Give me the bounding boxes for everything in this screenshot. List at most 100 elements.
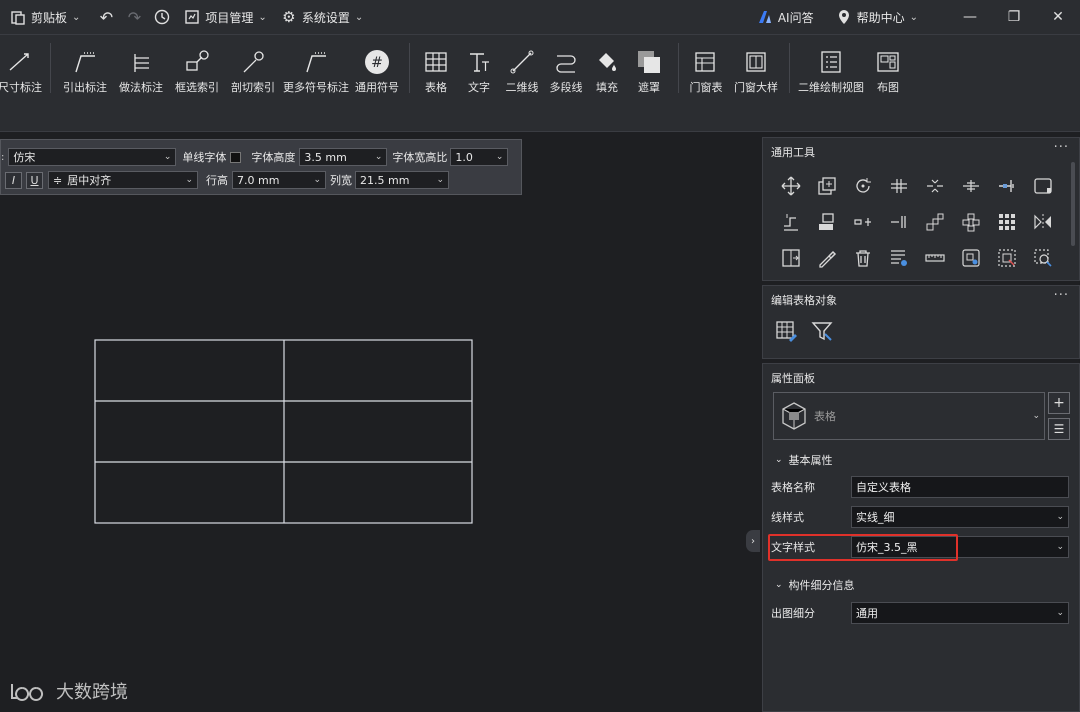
mirror-icon [1034, 214, 1051, 230]
row-height-select[interactable]: 7.0 mm ⌄ [232, 171, 326, 189]
col-width-select[interactable]: 21.5 mm ⌄ [355, 171, 449, 189]
table-button[interactable]: 表格 [414, 35, 458, 99]
box-index-button[interactable]: 框选索引 [169, 35, 225, 99]
scrollbar[interactable] [1071, 162, 1075, 246]
extend-tool[interactable] [989, 168, 1025, 204]
ai-qa-label: AI问答 [777, 10, 814, 25]
2d-line-button[interactable]: 二维线 [500, 35, 544, 99]
undo-button[interactable]: ↶ [98, 8, 114, 27]
italic-button[interactable]: I [5, 171, 22, 189]
table-name-input[interactable]: 自定义表格 [851, 476, 1069, 498]
property-match-tool[interactable] [881, 240, 917, 276]
title-bar: 剪贴板 ⌄ ↶ ↷ 项目管理 ⌄ ⚙ 系统设置 ⌄ AI问答 帮助中心 ⌄ — … [0, 0, 1080, 34]
help-center-menu[interactable]: 帮助中心 ⌄ [836, 9, 918, 26]
project-management-label: 项目管理 [205, 10, 254, 25]
text-button[interactable]: 文字 [458, 35, 500, 99]
ai-logo-icon [757, 9, 773, 25]
width-ratio-select[interactable]: 1.0 ⌄ [450, 148, 509, 166]
zoom-select-tool[interactable] [1025, 240, 1061, 276]
history-button[interactable] [154, 9, 170, 25]
insert-tool[interactable] [773, 240, 809, 276]
basic-properties-section[interactable]: ⌄ 基本属性 [775, 452, 833, 468]
ribbon-divider [409, 43, 410, 93]
copy-tool[interactable] [809, 168, 845, 204]
line-style-select[interactable]: 实线_细 ⌄ [851, 506, 1069, 528]
type-settings-button[interactable]: ☰ [1048, 418, 1070, 440]
font-select[interactable]: 仿宋 ⌄ [8, 148, 177, 166]
copy-icon [818, 177, 836, 195]
single-line-font-checkbox[interactable] [230, 151, 242, 163]
box-index-icon [184, 49, 210, 75]
element-type-selector[interactable]: 表格 ⌄ [773, 392, 1045, 440]
scale-tool[interactable] [917, 204, 953, 240]
eyedropper-tool[interactable] [809, 240, 845, 276]
table-name-value: 自定义表格 [856, 481, 911, 494]
split-tool[interactable] [881, 204, 917, 240]
chevron-down-icon: ⌄ [185, 175, 193, 185]
break-tool[interactable] [917, 168, 953, 204]
edit-table-tool[interactable] [773, 318, 799, 344]
trim-tool[interactable] [773, 204, 809, 240]
matrix-tool[interactable] [989, 204, 1025, 240]
project-management-menu[interactable]: 项目管理 ⌄ [184, 9, 267, 26]
door-window-detail-button[interactable]: 门窗大样 [729, 35, 783, 99]
section-index-button[interactable]: 剖切索引 [225, 35, 281, 99]
drawing-canvas[interactable] [0, 132, 760, 712]
fill-button[interactable]: 填充 [588, 35, 626, 99]
leader-annotation-button[interactable]: 引出标注 [57, 35, 113, 99]
more-options-icon[interactable]: ··· [1054, 140, 1069, 155]
font-height-select[interactable]: 3.5 mm ⌄ [299, 148, 388, 166]
mirror-tool[interactable] [1025, 204, 1061, 240]
row-height-value: 7.0 mm [237, 173, 280, 187]
method-annotation-button[interactable]: 做法标注 [113, 35, 169, 99]
ruler-icon [925, 254, 945, 262]
underline-button[interactable]: U [26, 171, 43, 189]
measure-tool[interactable] [917, 240, 953, 276]
ai-qa-button[interactable]: AI问答 [757, 9, 814, 26]
output-detail-select[interactable]: 通用 ⌄ [851, 602, 1069, 624]
table-filter-tool[interactable] [809, 318, 835, 344]
drawn-table[interactable] [94, 339, 474, 525]
group-tool[interactable] [953, 204, 989, 240]
delete-tool[interactable] [845, 240, 881, 276]
select-similar-tool[interactable] [953, 240, 989, 276]
move-tool[interactable] [773, 168, 809, 204]
clipboard-menu[interactable]: 剪贴板 ⌄ [10, 9, 80, 26]
polyline-button[interactable]: 多段线 [544, 35, 588, 99]
line-style-label: 线样式 [771, 511, 804, 524]
chevron-down-icon: ⌄ [313, 175, 321, 185]
rotate-tool[interactable] [845, 168, 881, 204]
restore-button[interactable]: ❐ [992, 0, 1036, 34]
common-symbol-button[interactable]: # 通用符号 [351, 35, 403, 99]
extend-icon [999, 180, 1014, 192]
add-type-button[interactable]: + [1048, 392, 1070, 414]
chevron-down-icon: ⌄ [1056, 608, 1064, 618]
mask-button[interactable]: 遮罩 [626, 35, 672, 99]
dimension-button[interactable]: 尺寸标注 [0, 35, 44, 99]
more-symbols-button[interactable]: 更多符号标注 [281, 35, 351, 99]
array-tool[interactable] [809, 204, 845, 240]
col-width-value: 21.5 mm [360, 173, 410, 187]
collapse-panel-button[interactable]: › [746, 530, 760, 552]
more-options-icon[interactable]: ··· [1054, 288, 1069, 303]
window-select-tool[interactable] [989, 240, 1025, 276]
door-window-table-button[interactable]: 门窗表 [683, 35, 729, 99]
break-icon [927, 179, 943, 193]
align-tool[interactable] [881, 168, 917, 204]
mirror-line-tool[interactable] [845, 204, 881, 240]
close-button[interactable]: ✕ [1036, 0, 1080, 34]
section-index-icon [240, 49, 266, 75]
minimize-button[interactable]: — [948, 0, 992, 34]
clock-icon [154, 9, 170, 25]
text-label: 文字 [468, 81, 490, 94]
redo-button[interactable]: ↷ [126, 8, 142, 27]
select-similar-icon [962, 249, 980, 267]
component-detail-section[interactable]: ⌄ 构件细分信息 [775, 577, 855, 593]
2d-drawing-view-button[interactable]: 二维绘制视图 [794, 35, 868, 99]
join-tool[interactable] [953, 168, 989, 204]
system-settings-menu[interactable]: ⚙ 系统设置 ⌄ [281, 8, 363, 26]
align-select[interactable]: ≑ 居中对齐 ⌄ [48, 171, 198, 189]
section-index-label: 剖切索引 [231, 81, 275, 94]
offset-tool[interactable] [1025, 168, 1061, 204]
layout-button[interactable]: 布图 [868, 35, 908, 99]
